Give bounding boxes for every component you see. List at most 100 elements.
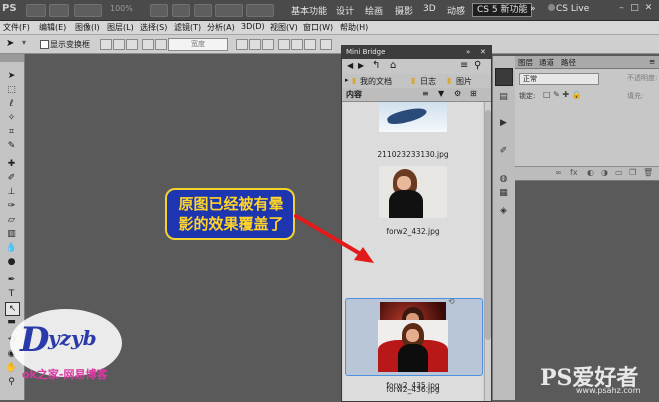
brush-tool-icon[interactable]: ✐ bbox=[5, 172, 18, 184]
breadcrumb-logs[interactable]: 日志 bbox=[420, 76, 436, 87]
thumbnail-image[interactable] bbox=[379, 166, 447, 218]
search-icon[interactable]: ⚲ bbox=[474, 60, 481, 71]
link-layers-icon[interactable]: ∞ bbox=[555, 168, 562, 177]
menu-help[interactable]: 帮助(H) bbox=[340, 22, 368, 33]
menu-view[interactable]: 视图(V) bbox=[270, 22, 298, 33]
filter-icon[interactable]: ▼ bbox=[438, 89, 444, 98]
bridge-launch-button[interactable] bbox=[26, 4, 46, 17]
quick-select-tool-icon[interactable]: ✧ bbox=[5, 112, 18, 124]
workspace-photography[interactable]: 摄影 bbox=[395, 4, 413, 17]
workspace-motion[interactable]: 动感 bbox=[447, 4, 465, 17]
crop-tool-icon[interactable]: ⌗ bbox=[5, 126, 18, 138]
type-tool-icon[interactable]: T bbox=[5, 288, 18, 300]
file-name[interactable]: forw2_436.jpg bbox=[343, 385, 483, 394]
distribute-top-button[interactable] bbox=[236, 39, 248, 50]
layer-mask-icon[interactable]: ◐ bbox=[587, 168, 594, 177]
menu-3d[interactable]: 3D(D) bbox=[241, 22, 265, 31]
workspace-3d[interactable]: 3D bbox=[423, 4, 436, 14]
distribute-left-button[interactable] bbox=[278, 39, 290, 50]
back-icon[interactable]: ◀ bbox=[347, 61, 353, 70]
home-icon[interactable]: ⌂ bbox=[390, 60, 396, 71]
color-panel-icon[interactable]: ◍ bbox=[497, 174, 510, 185]
new-layer-icon[interactable]: ❐ bbox=[629, 168, 636, 177]
eyedropper-tool-icon[interactable]: ✎ bbox=[5, 140, 18, 152]
forward-icon[interactable]: ▶ bbox=[358, 61, 364, 70]
styles-panel-icon[interactable]: ◈ bbox=[497, 206, 510, 217]
sort-icon[interactable]: ≡ bbox=[422, 89, 429, 98]
scrollbar[interactable] bbox=[484, 102, 491, 401]
scrollbar-thumb[interactable] bbox=[485, 110, 491, 340]
panel-menu-icon[interactable]: ≡ bbox=[649, 57, 655, 66]
tab-paths[interactable]: 路径 bbox=[561, 57, 576, 68]
rotate-thumbnail-icon[interactable]: ⟲ bbox=[448, 297, 455, 306]
workspace-painting[interactable]: 绘画 bbox=[365, 4, 383, 17]
mini-bridge-titlebar[interactable]: Mini Bridge » ✕ bbox=[342, 46, 491, 59]
distribute-right-button[interactable] bbox=[304, 39, 316, 50]
workspace-design[interactable]: 设计 bbox=[336, 4, 354, 17]
new-group-icon[interactable]: ▭ bbox=[615, 168, 623, 177]
tool-preset-picker-icon[interactable]: ▾ bbox=[22, 38, 26, 47]
align-hcenter-button[interactable] bbox=[155, 39, 167, 50]
adjustment-layer-icon[interactable]: ◑ bbox=[601, 168, 608, 177]
blur-tool-icon[interactable]: 💧 bbox=[5, 242, 18, 254]
layer-style-icon[interactable]: fx bbox=[570, 168, 578, 177]
arrange-documents-button[interactable] bbox=[215, 4, 243, 17]
menu-window[interactable]: 窗口(W) bbox=[303, 22, 333, 33]
tab-channels[interactable]: 通道 bbox=[539, 57, 554, 68]
menu-image[interactable]: 图像(I) bbox=[75, 22, 100, 33]
swatches-panel-icon[interactable]: ▦ bbox=[497, 188, 510, 199]
blend-mode-select[interactable]: 正常 bbox=[519, 73, 599, 85]
rotate-view-button[interactable] bbox=[194, 4, 212, 17]
workspace-cs5-new[interactable]: CS 5 新功能 bbox=[472, 3, 533, 17]
cs-live-button[interactable]: CS Live bbox=[556, 4, 589, 14]
maximize-icon[interactable]: □ bbox=[630, 4, 639, 13]
menu-layer[interactable]: 图层(L) bbox=[107, 22, 134, 33]
go-parent-icon[interactable]: ↰ bbox=[372, 60, 380, 71]
options-field[interactable]: 宽度 bbox=[168, 38, 228, 51]
delete-layer-icon[interactable]: 🗑 bbox=[643, 168, 653, 177]
align-left-button[interactable] bbox=[142, 39, 154, 50]
clone-stamp-tool-icon[interactable]: ⊥ bbox=[5, 186, 18, 198]
eraser-tool-icon[interactable]: ▱ bbox=[5, 214, 18, 226]
breadcrumb-documents[interactable]: 我的文档 bbox=[360, 76, 392, 87]
mini-bridge-panel-icon[interactable] bbox=[495, 68, 513, 86]
thumbnail-image[interactable] bbox=[379, 102, 447, 132]
thumbnail-image[interactable] bbox=[378, 320, 448, 372]
minimize-icon[interactable]: – bbox=[617, 4, 626, 13]
extras-button[interactable] bbox=[74, 4, 102, 17]
zoom-level[interactable]: 100% bbox=[110, 4, 133, 13]
tools-icon[interactable]: ⚙ bbox=[454, 89, 461, 98]
tab-layers[interactable]: 图层 bbox=[518, 57, 533, 68]
distribute-hcenter-button[interactable] bbox=[291, 39, 303, 50]
actions-panel-icon[interactable]: ▶ bbox=[497, 118, 510, 129]
file-name[interactable]: 211023233130.jpg bbox=[343, 150, 483, 159]
distribute-bottom-button[interactable] bbox=[262, 39, 274, 50]
history-brush-tool-icon[interactable]: ✑ bbox=[5, 200, 18, 212]
lock-options-icons[interactable]: □ ✎ ✚ 🔒 bbox=[543, 90, 582, 99]
menu-select[interactable]: 选择(S) bbox=[140, 22, 167, 33]
menu-filter[interactable]: 滤镜(T) bbox=[174, 22, 201, 33]
mini-bridge-button[interactable] bbox=[49, 4, 69, 17]
breadcrumb-pictures[interactable]: 图片 bbox=[456, 76, 472, 87]
move-tool-icon[interactable]: ➤ bbox=[5, 70, 18, 82]
align-top-button[interactable] bbox=[100, 39, 112, 50]
screen-mode-button[interactable] bbox=[246, 4, 274, 17]
gradient-tool-icon[interactable]: ▥ bbox=[5, 228, 18, 240]
menu-analysis[interactable]: 分析(A) bbox=[207, 22, 235, 33]
more-workspaces-icon[interactable]: » bbox=[530, 4, 536, 14]
marquee-tool-icon[interactable]: ⬚ bbox=[5, 84, 18, 96]
dodge-tool-icon[interactable]: ● bbox=[5, 256, 18, 268]
hand-tool-button[interactable] bbox=[150, 4, 168, 17]
view-options-icon[interactable]: ⊞ bbox=[470, 89, 477, 98]
history-panel-icon[interactable]: ▤ bbox=[497, 92, 510, 103]
panel-menu-icon[interactable]: ≡ bbox=[460, 60, 468, 71]
collapse-icon[interactable]: » bbox=[466, 46, 470, 59]
menu-file[interactable]: 文件(F) bbox=[3, 22, 30, 33]
move-tool-icon[interactable]: ➤ bbox=[6, 38, 14, 49]
brush-panel-icon[interactable]: ✐ bbox=[497, 146, 510, 157]
show-transform-checkbox[interactable] bbox=[40, 40, 49, 49]
menu-edit[interactable]: 编辑(E) bbox=[39, 22, 66, 33]
zoom-tool-button[interactable] bbox=[172, 4, 190, 17]
healing-brush-tool-icon[interactable]: ✚ bbox=[5, 158, 18, 170]
distribute-vcenter-button[interactable] bbox=[249, 39, 261, 50]
